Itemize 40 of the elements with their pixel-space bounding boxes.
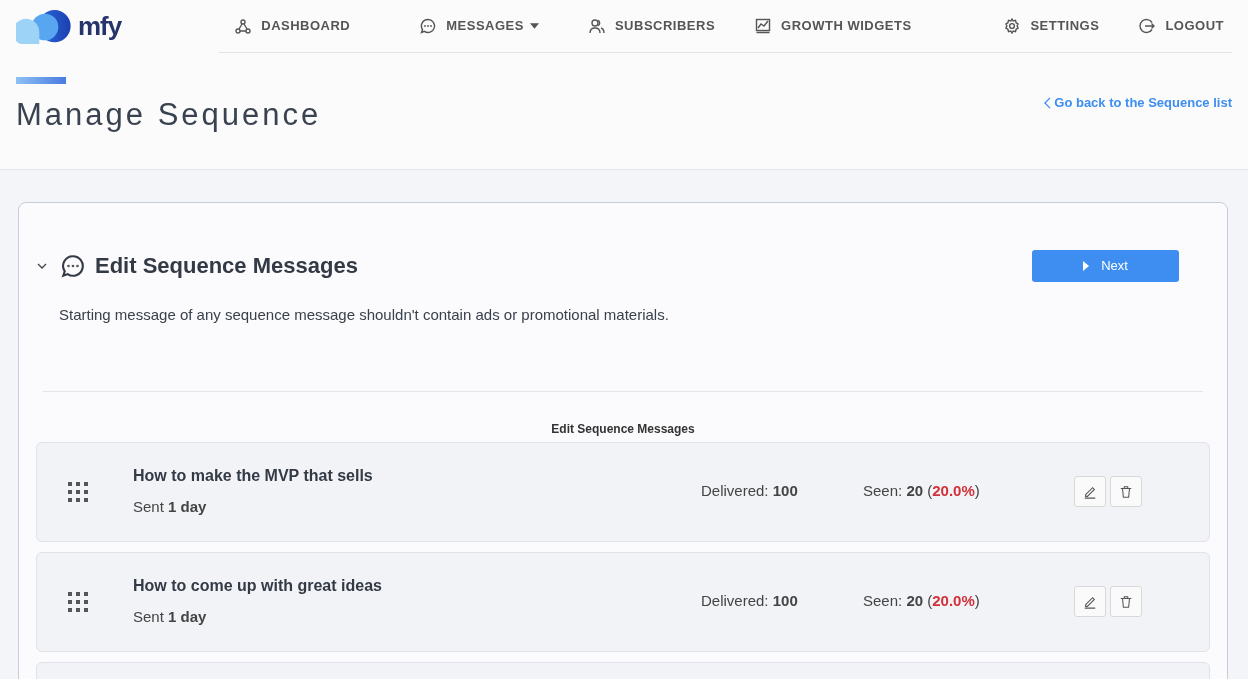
edit-button[interactable] [1074, 476, 1106, 507]
logout-icon [1139, 18, 1156, 34]
drag-handle-icon[interactable] [68, 481, 88, 502]
pencil-icon [1083, 484, 1097, 499]
list-title: Edit Sequence Messages [550, 420, 696, 438]
sent-text: Sent 1 day [133, 497, 208, 518]
message-title: How to make the MVP that sells [133, 466, 374, 487]
chevron-left-icon [1044, 96, 1052, 109]
nav-link[interactable]: GROWTH WIDGETS [755, 16, 912, 36]
chat-icon [61, 253, 85, 278]
network-icon [235, 18, 252, 34]
trash-icon [1119, 594, 1133, 609]
chat-icon [420, 18, 437, 34]
nav-link[interactable]: DASHBOARD [235, 16, 351, 36]
settings-icon [1004, 18, 1021, 34]
nav-link[interactable]: SETTINGS [1004, 16, 1100, 36]
cloud-logo-icon [16, 7, 74, 46]
nav-link[interactable]: MESSAGES [420, 16, 539, 36]
section-title: Edit Sequence Messages [95, 252, 359, 280]
nav-link[interactable]: SUBSCRIBERS [588, 16, 716, 36]
delivered-text: Delivered: 100 [701, 591, 799, 612]
message-title: How to come up with great ideas [133, 576, 383, 597]
delete-button[interactable] [1110, 586, 1142, 617]
delete-button[interactable] [1110, 476, 1142, 507]
delivered-text: Delivered: 100 [701, 481, 799, 502]
drag-handle-icon[interactable] [68, 591, 88, 612]
play-icon [1083, 260, 1090, 271]
page-title: Manage Sequence [16, 96, 322, 134]
accent-bar [16, 77, 66, 84]
nav-link[interactable]: LOGOUT [1139, 16, 1224, 36]
logo-text: mfy [78, 10, 122, 43]
chart-icon [755, 18, 772, 34]
users-icon [588, 18, 605, 34]
trash-icon [1119, 484, 1133, 499]
seen-text: Seen: 20 (20.0%) [863, 481, 981, 502]
edit-button[interactable] [1074, 586, 1106, 617]
seen-text: Seen: 20 (20.0%) [863, 591, 981, 612]
note-text: Starting message of any sequence message shouldn't contain ads or promotional materials. [59, 305, 670, 325]
sent-text: Sent 1 day [133, 607, 208, 628]
pencil-icon [1083, 594, 1097, 609]
